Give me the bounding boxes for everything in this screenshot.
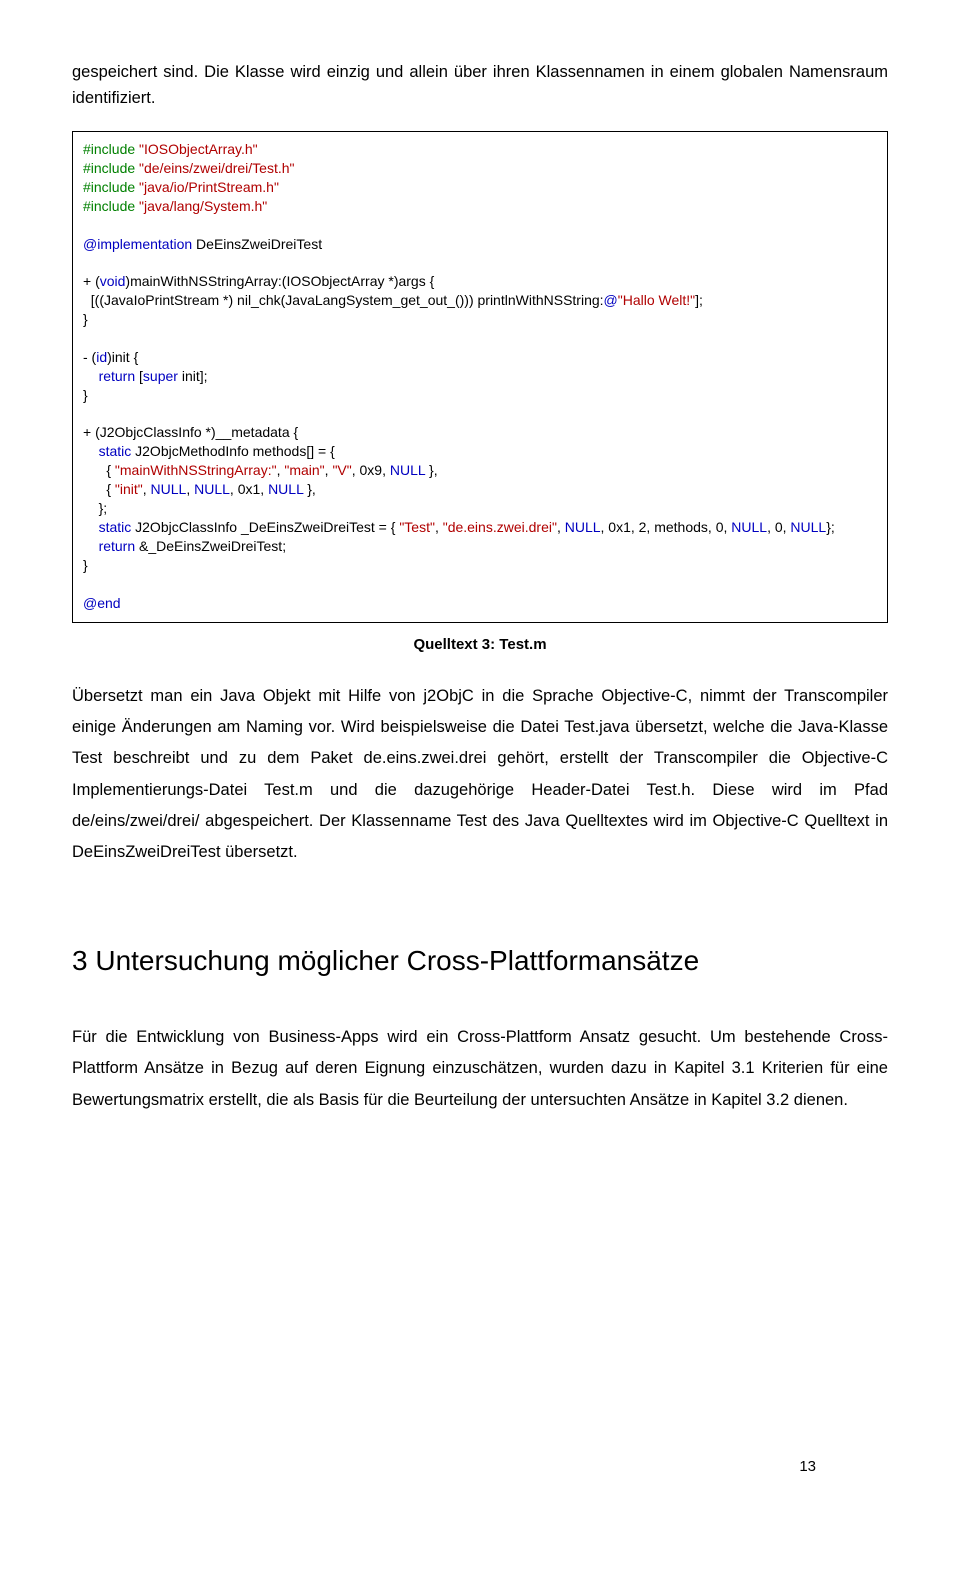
paragraph-body-1: Übersetzt man ein Java Objekt mit Hilfe … — [72, 681, 888, 869]
paragraph-body-2: Für die Entwicklung von Business-Apps wi… — [72, 1022, 888, 1116]
paragraph-intro: gespeichert sind. Die Klasse wird einzig… — [72, 60, 888, 111]
code-listing: #include "IOSObjectArray.h" #include "de… — [72, 131, 888, 623]
code-caption: Quelltext 3: Test.m — [72, 633, 888, 656]
section-heading: 3 Untersuchung möglicher Cross-Plattform… — [72, 939, 888, 982]
page-number: 13 — [799, 1455, 816, 1478]
